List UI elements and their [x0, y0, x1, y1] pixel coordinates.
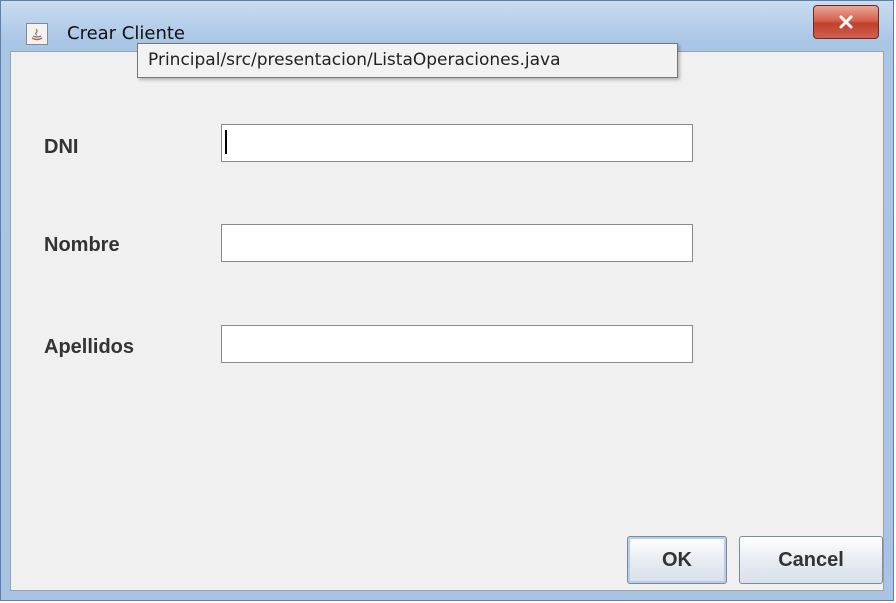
apellidos-label: Apellidos — [44, 336, 135, 358]
dialog-window: Crear Cliente DNI Nombre Apellidos OK Ca… — [0, 0, 894, 601]
ok-button[interactable]: OK — [627, 536, 727, 584]
text-caret — [225, 130, 227, 154]
dialog-content: DNI Nombre Apellidos OK Cancel — [10, 51, 884, 591]
cancel-button[interactable]: Cancel — [739, 536, 883, 584]
window-title: Crear Cliente — [67, 23, 185, 44]
close-button[interactable] — [813, 5, 879, 39]
nombre-input[interactable] — [221, 224, 693, 262]
close-icon — [839, 15, 853, 29]
dni-label: DNI — [44, 136, 79, 158]
apellidos-input[interactable] — [221, 325, 693, 363]
dni-input[interactable] — [221, 124, 693, 162]
java-icon — [26, 23, 48, 45]
file-path-tooltip: Principal/src/presentacion/ListaOperacio… — [137, 43, 678, 78]
nombre-label: Nombre — [44, 234, 120, 256]
